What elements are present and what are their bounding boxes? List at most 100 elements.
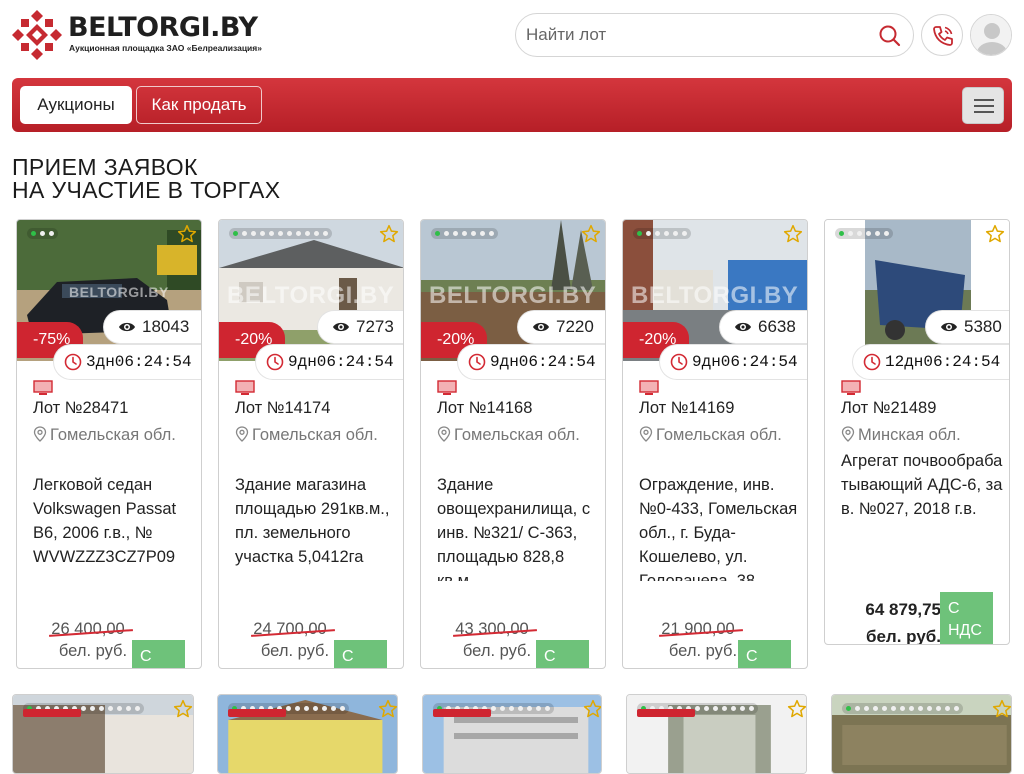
lot-photo[interactable]: BELTORGI.BY -75% 18043 <box>17 220 201 361</box>
slide-indicator[interactable] <box>27 228 58 239</box>
old-price: 24 700,00 бел. руб. <box>245 618 335 662</box>
timer-text: 9дн06:24:54 <box>490 353 596 371</box>
user-button[interactable] <box>970 14 1012 56</box>
star-icon[interactable] <box>581 224 601 244</box>
clock-icon <box>468 353 486 371</box>
lot-photo[interactable] <box>13 695 193 773</box>
watermark: BELTORGI.BY <box>227 282 395 309</box>
lot-card[interactable] <box>217 694 398 774</box>
clock-icon <box>64 353 82 371</box>
star-icon[interactable] <box>787 699 807 719</box>
lot-photo[interactable] <box>627 695 807 773</box>
lot-card[interactable]: BELTORGI.BY -20% 6638 9дн06:24:54 Лот №1… <box>622 219 808 669</box>
lot-card[interactable] <box>422 694 602 774</box>
star-icon[interactable] <box>992 699 1012 719</box>
lot-description[interactable]: Легковой седан Volkswagen Passat B6, 200… <box>33 473 193 581</box>
lot-description[interactable]: Ограждение, инв. №0-433, Гомельская обл.… <box>639 473 799 581</box>
nav-how-to-sell-button[interactable]: Как продать <box>136 86 262 124</box>
slide-indicator[interactable] <box>633 228 691 239</box>
lot-card[interactable] <box>12 694 194 774</box>
lot-number[interactable]: Лот №14168 <box>437 399 532 418</box>
currency: бел. руб. <box>462 642 532 660</box>
lot-region: Гомельская обл. <box>437 423 597 447</box>
header: BELTORGI.BY Аукционная площадка ЗАО «Бел… <box>0 0 1024 70</box>
eye-icon <box>333 322 349 332</box>
lot-photo[interactable]: 5380 <box>825 220 1009 361</box>
lot-number[interactable]: Лот №14174 <box>235 399 330 418</box>
lot-card[interactable]: 5380 12дн06:24:54 Лот №21489 Минская обл… <box>824 219 1010 645</box>
star-icon[interactable] <box>378 699 398 719</box>
countdown-timer: 12дн06:24:54 <box>852 344 1009 380</box>
timer-text: 12дн06:24:54 <box>885 353 1001 371</box>
label-tag <box>637 709 695 717</box>
page-title-line1: ПРИЕМ ЗАЯВОК <box>12 154 198 180</box>
star-icon[interactable] <box>379 224 399 244</box>
views-count: 5380 <box>964 317 1002 336</box>
star-icon[interactable] <box>583 699 602 719</box>
clock-icon <box>670 353 688 371</box>
lot-number[interactable]: Лот №28471 <box>33 399 128 418</box>
lot-photo[interactable] <box>832 695 1012 773</box>
lot-photo[interactable]: BELTORGI.BY -20% 7273 <box>219 220 403 361</box>
lot-card[interactable]: BELTORGI.BY -75% 18043 3дн06:24:54 Лот №… <box>16 219 202 669</box>
old-price: 21 900,00 бел. руб. <box>653 618 743 662</box>
lot-description[interactable]: Здание магазина площадью 291кв.м., пл. з… <box>235 473 395 581</box>
timer-text: 9дн06:24:54 <box>288 353 394 371</box>
lot-region: Гомельская обл. <box>33 423 193 447</box>
star-icon[interactable] <box>177 224 197 244</box>
tv-icon <box>639 380 659 395</box>
lot-card[interactable] <box>626 694 807 774</box>
search-box <box>515 13 914 57</box>
watermark: BELTORGI.BY <box>429 282 597 309</box>
pin-icon <box>437 426 451 442</box>
lot-region: Минская обл. <box>841 423 1001 447</box>
menu-button[interactable] <box>962 87 1004 124</box>
lot-photo[interactable]: BELTORGI.BY -20% 6638 <box>623 220 807 361</box>
phone-button[interactable] <box>921 14 963 56</box>
countdown-timer: 9дн06:24:54 <box>659 344 807 380</box>
watermark: BELTORGI.BY <box>69 284 169 300</box>
pin-icon <box>639 426 653 442</box>
lot-description[interactable]: Агрегат почвообрабатывающий АДС-6, зав. … <box>841 449 1003 557</box>
vat-badge: С <box>738 640 791 668</box>
vat-badge: С <box>334 640 387 668</box>
slide-indicator[interactable] <box>835 228 893 239</box>
label-tag <box>433 709 491 717</box>
countdown-timer: 9дн06:24:54 <box>255 344 403 380</box>
logo-subtitle: Аукционная площадка ЗАО «Белреализация» <box>69 43 262 53</box>
search-button[interactable] <box>877 23 903 49</box>
vat-badge: С <box>132 640 185 668</box>
views-counter: 7220 <box>517 310 605 344</box>
star-icon[interactable] <box>173 699 193 719</box>
eye-icon <box>941 322 957 332</box>
menu-icon <box>974 99 994 101</box>
eye-icon <box>119 322 135 332</box>
clock-icon <box>863 353 881 371</box>
lot-card[interactable]: BELTORGI.BY -20% 7273 9дн06:24:54 Лот №1… <box>218 219 404 669</box>
lot-description[interactable]: Здание овощехранилища, с инв. №321/ С-36… <box>437 473 597 581</box>
phone-icon <box>933 26 953 46</box>
lot-number[interactable]: Лот №14169 <box>639 399 734 418</box>
slide-indicator[interactable] <box>431 228 498 239</box>
nav-auctions-button[interactable]: Аукционы <box>20 86 132 124</box>
slide-indicator[interactable] <box>842 703 963 714</box>
logo[interactable]: BELTORGI.BY Аукционная площадка ЗАО «Бел… <box>12 10 262 60</box>
lot-region: Гомельская обл. <box>639 423 799 447</box>
lot-number[interactable]: Лот №21489 <box>841 399 936 418</box>
lot-photo[interactable]: BELTORGI.BY -20% 7220 <box>421 220 605 361</box>
lot-photo[interactable] <box>218 695 398 773</box>
currency: бел. руб. <box>865 627 941 645</box>
star-icon[interactable] <box>985 224 1005 244</box>
logo-ornament-icon <box>12 10 62 60</box>
lot-photo[interactable] <box>423 695 602 773</box>
views-counter: 7273 <box>317 310 403 344</box>
search-input[interactable] <box>526 22 866 48</box>
page-title-line2: НА УЧАСТИЕ В ТОРГАХ <box>12 177 281 203</box>
tv-icon <box>841 380 861 395</box>
lot-card[interactable]: BELTORGI.BY -20% 7220 9дн06:24:54 Лот №1… <box>420 219 606 669</box>
vat-badge: С НДС <box>940 592 993 644</box>
watermark: BELTORGI.BY <box>631 282 799 309</box>
lot-card[interactable] <box>831 694 1012 774</box>
star-icon[interactable] <box>783 224 803 244</box>
slide-indicator[interactable] <box>229 228 332 239</box>
